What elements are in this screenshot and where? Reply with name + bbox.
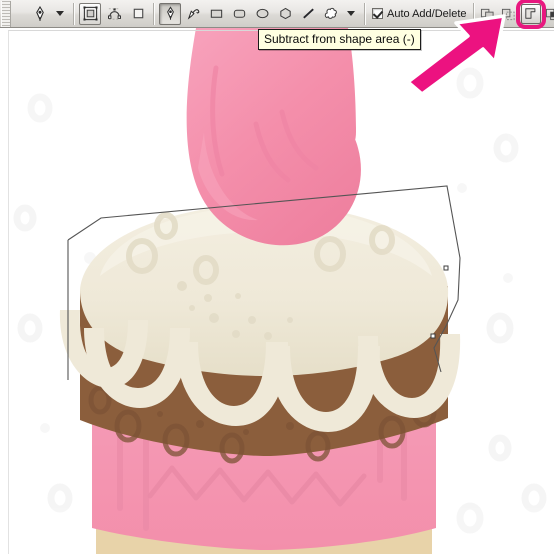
subtract-from-shape-area-alt-button[interactable] <box>500 5 518 23</box>
intersect-shape-areas-button[interactable] <box>544 5 554 23</box>
add-shape-icon <box>480 8 494 20</box>
options-bar: Auto Add/Delete <box>0 0 554 29</box>
photoshop-window: Auto Add/Delete Subtract from shape area… <box>0 0 554 554</box>
pen-tool-icon <box>36 5 44 21</box>
auto-add-delete-checkbox[interactable] <box>372 8 383 19</box>
fill-pixels-mode-button[interactable] <box>127 3 149 25</box>
subtract-shape-icon <box>524 8 535 19</box>
shape-layers-icon <box>82 6 98 21</box>
rounded-rectangle-icon <box>233 9 245 18</box>
shape-mode-group <box>79 2 149 25</box>
toolbar-separator <box>364 2 366 25</box>
ellipse-tool-button[interactable] <box>251 3 273 25</box>
path-anchor-point <box>430 333 436 339</box>
subtract-from-shape-area-button[interactable] <box>515 0 546 29</box>
auto-add-delete-label: Auto Add/Delete <box>387 7 467 20</box>
tooltip: Subtract from shape area (-) <box>258 29 421 50</box>
paths-icon <box>107 8 121 20</box>
artwork-svg <box>13 28 547 554</box>
tool-preset-chevron-down-icon[interactable] <box>56 11 64 16</box>
rounded-rectangle-tool-button[interactable] <box>228 3 250 25</box>
auto-add-delete-option[interactable]: Auto Add/Delete <box>372 8 467 20</box>
line-tool-button[interactable] <box>297 3 319 25</box>
toolbar-separator <box>472 2 475 25</box>
pen-tool-button[interactable] <box>159 2 181 25</box>
document-canvas[interactable] <box>0 28 554 554</box>
line-icon <box>302 8 314 19</box>
intersect-shape-icon <box>545 8 554 20</box>
paths-mode-button[interactable] <box>103 3 125 25</box>
freeform-pen-tool-button[interactable] <box>182 3 204 25</box>
fill-pixels-icon <box>133 8 143 19</box>
toolbar-grip[interactable] <box>1 0 11 27</box>
path-anchor-point <box>443 265 449 271</box>
cake-illustration <box>59 28 461 554</box>
rectangle-tool-button[interactable] <box>205 3 227 25</box>
add-to-shape-area-button[interactable] <box>479 5 497 23</box>
path-operations-group <box>479 0 554 29</box>
shape-tools-group <box>159 2 342 25</box>
toolbar-separator <box>153 2 155 25</box>
custom-shape-tool-button[interactable] <box>320 3 342 25</box>
pen-tool-icon <box>166 6 174 20</box>
tool-preset-picker[interactable] <box>29 3 51 25</box>
polygon-icon <box>279 7 291 20</box>
custom-shape-icon <box>324 7 337 19</box>
freeform-pen-icon <box>187 9 199 20</box>
ellipse-icon <box>256 8 268 19</box>
polygon-tool-button[interactable] <box>274 3 296 25</box>
shape-tools-chevron-down-icon[interactable] <box>347 11 355 16</box>
toolbar-separator <box>73 2 75 25</box>
shape-layers-mode-button[interactable] <box>79 2 101 25</box>
subtract-shape-icon-alt <box>501 8 515 20</box>
rectangle-icon <box>210 9 222 18</box>
